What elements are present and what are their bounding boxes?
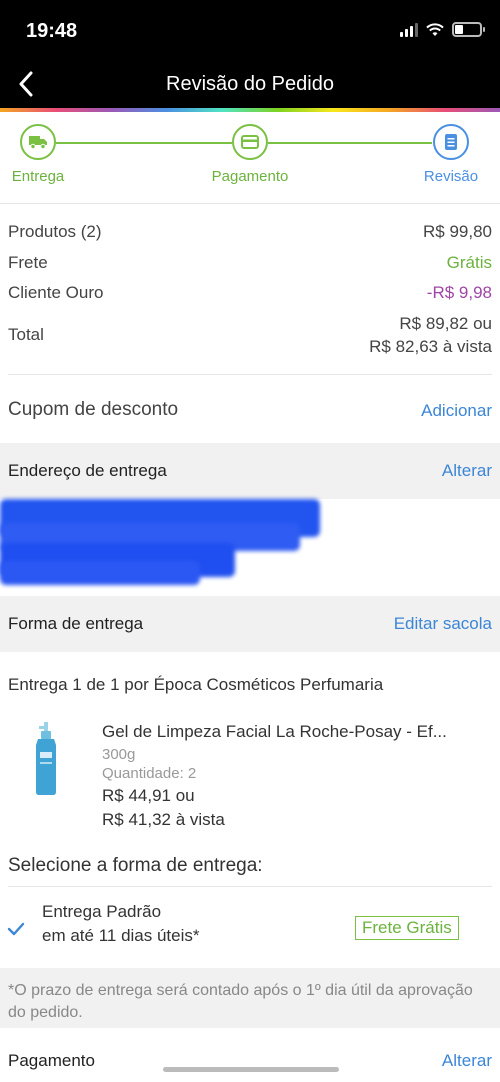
step-circle xyxy=(433,124,469,160)
redacted-address-line xyxy=(0,561,200,585)
free-shipping-badge: Frete Grátis xyxy=(355,916,459,940)
seller-name: Época Cosméticos Perfumaria xyxy=(153,675,384,694)
status-time: 19:48 xyxy=(26,20,78,42)
step-review[interactable]: Revisão xyxy=(416,124,486,185)
products-value: R$ 99,80 xyxy=(423,222,492,241)
battery-icon xyxy=(452,22,485,37)
document-icon xyxy=(445,134,457,150)
step-payment[interactable]: Pagamento xyxy=(205,124,295,185)
shipping-label: Frete xyxy=(8,253,48,272)
summary-total-row: Total R$ 89,82 ou R$ 82,63 à vista xyxy=(8,312,492,358)
seller-prefix: por xyxy=(124,675,149,694)
delivery-title: Forma de entrega xyxy=(8,614,144,633)
delivery-section-header: Forma de entrega Editar sacola xyxy=(0,596,500,652)
summary-gold-row: Cliente Ouro -R$ 9,98 xyxy=(8,283,492,303)
select-delivery-label: Selecione a forma de entrega: xyxy=(8,855,263,876)
status-bar: 19:48 xyxy=(0,0,500,60)
edit-bag-link[interactable]: Editar sacola xyxy=(394,614,492,634)
change-address-link[interactable]: Alterar xyxy=(442,461,492,481)
delivery-option-name: Entrega Padrão xyxy=(42,902,162,921)
checkout-stepper: Entrega Pagamento Revisão xyxy=(0,112,500,198)
total-value: R$ 89,82 ou xyxy=(399,314,492,333)
products-label: Produtos (2) xyxy=(8,222,102,241)
home-indicator[interactable] xyxy=(163,1067,339,1072)
shipment-count: Entrega 1 de 1 xyxy=(8,675,120,694)
step-circle xyxy=(232,124,268,160)
change-payment-link[interactable]: Alterar xyxy=(442,1051,492,1071)
step-delivery[interactable]: Entrega xyxy=(6,124,70,185)
address-section-header: Endereço de entrega Alterar xyxy=(0,443,500,499)
payment-title: Pagamento xyxy=(8,1051,95,1070)
divider xyxy=(8,886,492,887)
shipment-header: Entrega 1 de 1 por Época Cosméticos Perf… xyxy=(8,675,383,695)
step-circle xyxy=(20,124,56,160)
delivery-option-eta: em até 11 dias úteis* xyxy=(42,926,200,945)
product-name[interactable]: Gel de Limpeza Facial La Roche-Posay - E… xyxy=(102,722,492,742)
summary-products-row: Produtos (2) R$ 99,80 xyxy=(8,222,492,242)
gold-discount-value: -R$ 9,98 xyxy=(426,283,492,302)
summary-shipping-row: Frete Grátis xyxy=(8,253,492,273)
checkmark-icon xyxy=(7,922,25,936)
total-label: Total xyxy=(8,325,44,344)
shipping-value: Grátis xyxy=(446,253,492,272)
status-icons xyxy=(400,22,485,37)
address-title: Endereço de entrega xyxy=(8,461,167,480)
credit-card-icon xyxy=(241,135,259,149)
add-coupon-link[interactable]: Adicionar xyxy=(421,401,492,421)
divider xyxy=(0,203,500,204)
divider xyxy=(8,374,492,375)
product-size: 300g xyxy=(102,746,136,763)
payment-section-header: Pagamento Alterar xyxy=(0,1040,500,1082)
truck-icon xyxy=(29,136,47,150)
total-values: R$ 89,82 ou R$ 82,63 à vista xyxy=(369,312,492,358)
coupon-row: Cupom de desconto Adicionar xyxy=(8,399,492,421)
wifi-icon xyxy=(426,22,444,36)
step-label: Revisão xyxy=(423,168,479,185)
address-content xyxy=(0,499,500,596)
product-price-cash: R$ 41,32 à vista xyxy=(102,810,225,829)
coupon-label: Cupom de desconto xyxy=(8,399,179,420)
page-title: Revisão do Pedido xyxy=(166,73,334,95)
product-details: Gel de Limpeza Facial La Roche-Posay - E… xyxy=(102,722,492,830)
step-label: Pagamento xyxy=(211,168,289,185)
step-label: Entrega xyxy=(11,168,65,185)
total-cash-value: R$ 82,63 à vista xyxy=(369,337,492,356)
product-image[interactable] xyxy=(8,718,84,798)
cellular-signal-icon xyxy=(400,22,418,37)
delivery-option-standard[interactable]: Entrega Padrão em até 11 dias úteis* Fre… xyxy=(0,900,500,958)
product-price: R$ 44,91 ou xyxy=(102,786,195,805)
cleanser-bottle-icon xyxy=(36,722,56,795)
gold-discount-label: Cliente Ouro xyxy=(8,283,104,302)
delivery-note: *O prazo de entrega será contado após o … xyxy=(0,968,500,1028)
navigation-bar: Revisão do Pedido xyxy=(0,60,500,108)
product-quantity: Quantidade: 2 xyxy=(102,765,197,782)
